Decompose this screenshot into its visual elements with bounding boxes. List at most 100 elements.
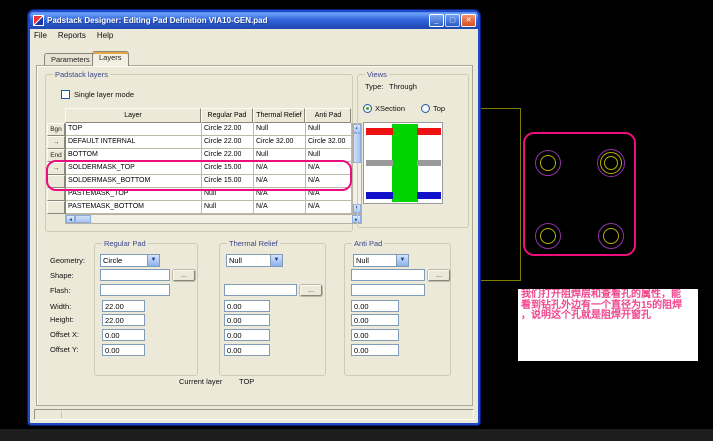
- cell-layer[interactable]: BOTTOM: [66, 149, 202, 162]
- cell-thermal-relief[interactable]: Null: [254, 149, 306, 162]
- table-row[interactable]: PASTEMASK_BOTTOM Null N/A N/A: [66, 201, 352, 214]
- regular-pad-geometry-select[interactable]: Circle ▼: [100, 254, 160, 267]
- column-header-layer[interactable]: Layer: [65, 108, 201, 123]
- thermal-relief-geometry-select[interactable]: Null ▼: [226, 254, 283, 267]
- regular-pad-offset-y-input[interactable]: [102, 344, 145, 356]
- thermal-relief-flash-browse-button[interactable]: ...: [300, 285, 322, 296]
- window-title: Padstack Designer: Editing Pad Definitio…: [47, 16, 428, 25]
- anti-pad-height-input[interactable]: [351, 314, 399, 326]
- menu-help[interactable]: Help: [97, 31, 113, 40]
- table-row[interactable]: SOLDERMASK_TOP Circle 15.00 N/A N/A: [66, 162, 352, 175]
- chevron-down-icon[interactable]: ▼: [270, 255, 282, 266]
- horizontal-scroll-thumb[interactable]: [75, 215, 91, 223]
- cell-thermal-relief[interactable]: N/A: [254, 201, 306, 214]
- cell-anti-pad[interactable]: N/A: [306, 201, 352, 214]
- cell-regular-pad[interactable]: Circle 22.00: [202, 123, 254, 136]
- cell-regular-pad[interactable]: Circle 22.00: [202, 149, 254, 162]
- cell-anti-pad[interactable]: N/A: [306, 175, 352, 188]
- cell-anti-pad[interactable]: N/A: [306, 162, 352, 175]
- row-marker-button[interactable]: →: [47, 162, 65, 175]
- table-row[interactable]: PASTEMASK_TOP Null N/A N/A: [66, 188, 352, 201]
- cell-layer[interactable]: SOLDERMASK_BOTTOM: [66, 175, 202, 188]
- canvas-bottom-strip: [0, 429, 713, 441]
- minimize-button[interactable]: _: [429, 14, 444, 27]
- cell-regular-pad[interactable]: Circle 15.00: [202, 175, 254, 188]
- xsection-radio[interactable]: [363, 104, 372, 113]
- width-label: Width:: [50, 302, 71, 311]
- row-marker-button[interactable]: End: [47, 149, 65, 162]
- cell-layer[interactable]: PASTEMASK_TOP: [66, 188, 202, 201]
- tab-layers[interactable]: Layers: [92, 51, 129, 66]
- close-button[interactable]: ✕: [461, 14, 476, 27]
- table-row[interactable]: SOLDERMASK_BOTTOM Circle 15.00 N/A N/A: [66, 175, 352, 188]
- cell-thermal-relief[interactable]: Null: [254, 123, 306, 136]
- cell-thermal-relief[interactable]: N/A: [254, 162, 306, 175]
- cell-regular-pad[interactable]: Circle 22.00: [202, 136, 254, 149]
- anti-pad-offset-x-input[interactable]: [351, 329, 399, 341]
- maximize-button[interactable]: ▢: [445, 14, 460, 27]
- title-bar[interactable]: Padstack Designer: Editing Pad Definitio…: [30, 12, 478, 29]
- table-row[interactable]: DEFAULT INTERNAL Circle 22.00 Circle 32.…: [66, 136, 352, 149]
- table-row[interactable]: TOP Circle 22.00 Null Null: [66, 123, 352, 136]
- cell-layer[interactable]: SOLDERMASK_TOP: [66, 162, 202, 175]
- via-pad: [535, 223, 561, 249]
- cell-anti-pad[interactable]: Circle 32.00: [306, 136, 352, 149]
- anti-pad-shape-input[interactable]: [351, 269, 425, 281]
- regular-pad-flash-input[interactable]: [100, 284, 170, 296]
- annotation-line: ，说明这个孔就是阻焊开窗孔: [521, 311, 695, 322]
- cell-regular-pad[interactable]: Circle 15.00: [202, 162, 254, 175]
- cell-layer[interactable]: PASTEMASK_BOTTOM: [66, 201, 202, 214]
- anti-pad-offset-y-input[interactable]: [351, 344, 399, 356]
- regular-pad-group-label: Regular Pad: [102, 239, 148, 248]
- thermal-relief-flash-input[interactable]: [224, 284, 297, 296]
- cell-layer[interactable]: DEFAULT INTERNAL: [66, 136, 202, 149]
- column-header-thermal-relief[interactable]: Thermal Relief: [253, 108, 305, 123]
- regular-pad-shape-input[interactable]: [100, 269, 170, 281]
- view-type-value: Through: [389, 82, 417, 91]
- regular-pad-height-input[interactable]: [102, 314, 145, 326]
- shape-label: Shape:: [50, 271, 74, 280]
- table-horizontal-scrollbar[interactable]: ◄ ►: [65, 214, 362, 224]
- regular-pad-shape-browse-button[interactable]: ...: [173, 270, 195, 281]
- cell-thermal-relief[interactable]: N/A: [254, 175, 306, 188]
- row-marker-button[interactable]: Bgn: [47, 123, 65, 136]
- cell-regular-pad[interactable]: Null: [202, 201, 254, 214]
- row-marker-button[interactable]: [47, 201, 65, 214]
- cell-thermal-relief[interactable]: Circle 32.00: [254, 136, 306, 149]
- regular-pad-offset-x-input[interactable]: [102, 329, 145, 341]
- cell-anti-pad[interactable]: Null: [306, 123, 352, 136]
- cell-layer[interactable]: TOP: [66, 123, 202, 136]
- menu-file[interactable]: File: [34, 31, 47, 40]
- regular-pad-width-input[interactable]: [102, 300, 145, 312]
- anti-pad-flash-input[interactable]: [351, 284, 425, 296]
- anti-pad-shape-browse-button[interactable]: ...: [428, 270, 450, 281]
- anti-pad-width-input[interactable]: [351, 300, 399, 312]
- row-marker-button[interactable]: [47, 188, 65, 201]
- offset-y-label: Offset Y:: [50, 345, 79, 354]
- layers-table: TOP Circle 22.00 Null Null DEFAULT INTER…: [65, 123, 352, 214]
- thermal-relief-height-input[interactable]: [224, 314, 270, 326]
- menu-reports[interactable]: Reports: [58, 31, 86, 40]
- row-marker-button[interactable]: →: [47, 136, 65, 149]
- anti-pad-geometry-select[interactable]: Null ▼: [353, 254, 409, 267]
- column-header-regular-pad[interactable]: Regular Pad: [201, 108, 253, 123]
- cell-thermal-relief[interactable]: N/A: [254, 188, 306, 201]
- row-marker-button[interactable]: [47, 175, 65, 188]
- chevron-down-icon[interactable]: ▼: [396, 255, 408, 266]
- view-type-label: Type:: [365, 82, 383, 91]
- scroll-left-icon[interactable]: ◄: [66, 215, 75, 223]
- cell-regular-pad[interactable]: Null: [202, 188, 254, 201]
- via-pad: [598, 223, 624, 249]
- top-radio[interactable]: [421, 104, 430, 113]
- cell-anti-pad[interactable]: Null: [306, 149, 352, 162]
- geometry-label: Geometry:: [50, 256, 85, 265]
- cell-anti-pad[interactable]: N/A: [306, 188, 352, 201]
- menu-bar: File Reports Help: [30, 29, 478, 42]
- chevron-down-icon[interactable]: ▼: [147, 255, 159, 266]
- single-layer-mode-checkbox[interactable]: [61, 90, 70, 99]
- thermal-relief-offset-y-input[interactable]: [224, 344, 270, 356]
- column-header-anti-pad[interactable]: Anti Pad: [305, 108, 351, 123]
- thermal-relief-width-input[interactable]: [224, 300, 270, 312]
- thermal-relief-offset-x-input[interactable]: [224, 329, 270, 341]
- table-row[interactable]: BOTTOM Circle 22.00 Null Null: [66, 149, 352, 162]
